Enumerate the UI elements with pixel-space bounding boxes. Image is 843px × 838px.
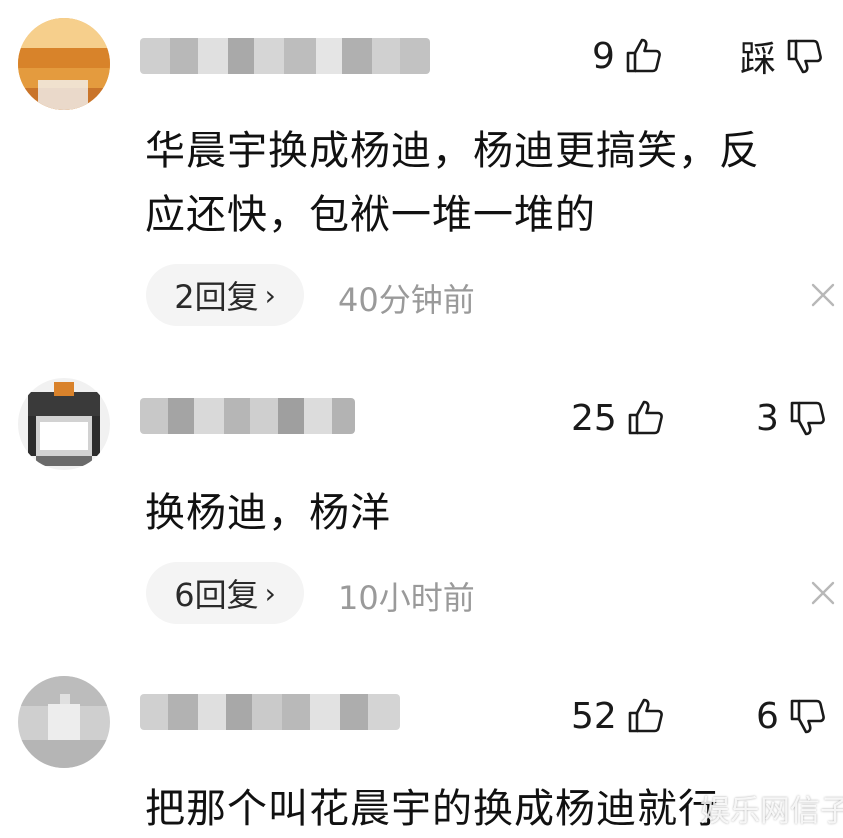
close-icon[interactable] [808, 280, 838, 310]
thumbs-down-icon [790, 699, 825, 734]
comment-text-line: 应还快，包袱一堆一堆的 [145, 192, 596, 238]
blurred-avatar-icon [18, 378, 110, 470]
dislike-button[interactable]: 3 [756, 396, 827, 440]
avatar[interactable] [18, 676, 110, 768]
thumbs-up-icon [628, 698, 663, 733]
close-icon[interactable] [808, 578, 838, 608]
like-button[interactable]: 52 [571, 694, 665, 738]
comment-text: 华晨宇换成杨迪，杨迪更搞笑，反 应还快，包袱一堆一堆的 [145, 122, 835, 244]
blurred-avatar-icon [18, 18, 110, 110]
comment-text-line: 换杨迪，杨洋 [145, 490, 391, 536]
watermark: 娱乐网信子 [700, 794, 843, 829]
comment-text-line: 华晨宇换成杨迪，杨迪更搞笑，反 [145, 128, 760, 174]
username-blurred[interactable] [140, 398, 355, 434]
like-button[interactable]: 25 [571, 396, 665, 440]
replies-count: 2回复 [174, 278, 259, 316]
username-blurred[interactable] [140, 38, 430, 74]
like-button[interactable]: 9 [592, 34, 663, 78]
like-count: 25 [571, 397, 617, 439]
dislike-count: 3 [756, 397, 779, 439]
replies-button[interactable]: 2回复 › [146, 264, 304, 326]
chevron-right-icon: › [264, 278, 276, 312]
avatar[interactable] [18, 378, 110, 470]
dislike-label: 踩 [740, 39, 777, 80]
blurred-avatar-icon [18, 676, 110, 768]
like-count: 9 [592, 35, 615, 77]
chevron-right-icon: › [264, 576, 276, 610]
comment-time: 10小时前 [338, 579, 475, 617]
dislike-button[interactable]: 6 [756, 694, 827, 738]
thumbs-down-icon [790, 401, 825, 436]
dislike-button[interactable]: 踩 [740, 34, 824, 80]
thumbs-up-icon [626, 38, 661, 73]
comment-time: 40分钟前 [338, 281, 475, 319]
replies-count: 6回复 [174, 576, 259, 614]
like-count: 52 [571, 695, 617, 737]
replies-button[interactable]: 6回复 › [146, 562, 304, 624]
thumbs-down-icon [787, 39, 822, 74]
avatar[interactable] [18, 18, 110, 110]
username-blurred[interactable] [140, 694, 400, 730]
thumbs-up-icon [628, 400, 663, 435]
dislike-count: 6 [756, 695, 779, 737]
comment-text: 换杨迪，杨洋 [145, 484, 835, 542]
